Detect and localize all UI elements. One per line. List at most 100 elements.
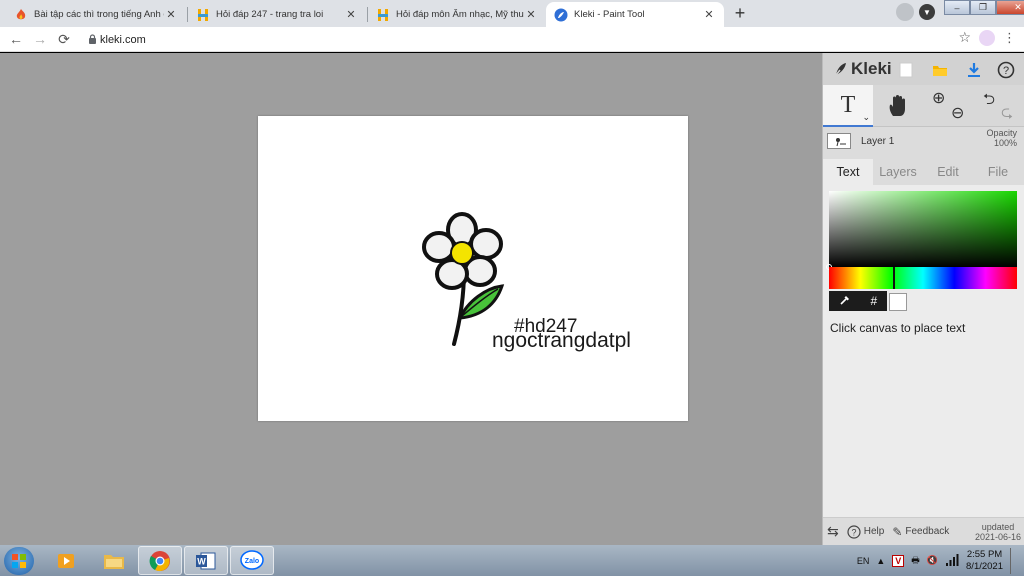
updated-info[interactable]: updated 2021-06-16	[975, 522, 1024, 542]
redo-icon[interactable]: ⮎	[1001, 102, 1013, 127]
browser-tab-title: Kleki - Paint Tool	[574, 9, 645, 20]
system-clock[interactable]: 2:55 PM 8/1/2021	[966, 549, 1003, 573]
chevron-down-icon[interactable]: ▼	[919, 4, 935, 20]
antivirus-icon[interactable]: V	[892, 554, 905, 567]
svg-text:W: W	[197, 556, 206, 566]
taskbar-word[interactable]: W	[184, 546, 228, 575]
browser-tab-title: Bài tập các thì trong tiếng Anh có	[34, 9, 164, 20]
url-text: kleki.com	[100, 33, 146, 46]
window-controls: – ❐ ✕	[944, 0, 1024, 15]
zoom-in-icon[interactable]: ⊕	[932, 88, 945, 108]
hand-tool-button[interactable]	[873, 85, 923, 127]
tab-file[interactable]: File	[973, 159, 1023, 185]
secondary-color-swatch[interactable]	[889, 293, 907, 311]
window-close-icon[interactable]: ✕	[996, 0, 1024, 15]
text-tool-icon: T	[840, 91, 856, 118]
tab-text[interactable]: Text	[823, 159, 873, 185]
restore-icon[interactable]: ❐	[970, 0, 996, 15]
hex-input-icon[interactable]: #	[870, 294, 877, 308]
taskbar-media-player[interactable]	[44, 546, 88, 575]
tool-row: T ⌄ ⊕ ⊖ ⮌ ⮎	[823, 85, 1024, 127]
flower-center	[450, 241, 474, 265]
help-circle-icon[interactable]: ?	[995, 59, 1017, 81]
kleki-logo-icon	[554, 8, 568, 22]
layer-opacity[interactable]: Opacity 100%	[986, 128, 1017, 148]
history-controls: ⮌ ⮎	[973, 85, 1023, 127]
clock-time: 2:55 PM	[966, 548, 1003, 560]
chevron-down-icon[interactable]: ⌄	[862, 112, 870, 123]
forward-arrow-icon[interactable]: →	[28, 27, 52, 51]
browser-tab-title: Hỏi đáp 247 - trang tra loi	[216, 9, 324, 20]
svg-text:?: ?	[851, 527, 856, 537]
back-arrow-icon[interactable]: ←	[4, 27, 28, 51]
close-icon[interactable]: ✕	[702, 8, 716, 21]
minimize-icon[interactable]: –	[944, 0, 970, 15]
kleki-side-panel: Kleki ? T ⌄ ⊕ ⊖ ⮌ ⮎ Layer 1 Opacity 100%…	[822, 53, 1024, 545]
tab-layers[interactable]: Layers	[873, 159, 923, 185]
browser-toolbar: ← → ⟳ kleki.com ☆ ⋮	[0, 27, 1024, 52]
drawing-canvas[interactable]: #hd247 ngoctrangdatpl	[258, 116, 688, 421]
system-tray: EN ▲ V 🖶 🔇 2:55 PM 8/1/2021	[857, 545, 1018, 576]
feedback-label: Feedback	[905, 526, 950, 537]
taskbar-chrome[interactable]	[138, 546, 182, 575]
canvas-workspace[interactable]: #hd247 ngoctrangdatpl	[0, 53, 822, 545]
updated-label: updated	[981, 521, 1015, 532]
help-label: Help	[863, 526, 885, 537]
brand-bar: Kleki ?	[823, 53, 1024, 85]
tab-edit[interactable]: Edit	[923, 159, 973, 185]
browser-tab-4[interactable]: Kleki - Paint Tool ✕	[546, 2, 724, 27]
eyedropper-icon[interactable]	[839, 294, 851, 309]
windows-logo-icon	[12, 554, 26, 568]
close-icon[interactable]: ✕	[164, 8, 178, 21]
new-tab-button[interactable]: +	[729, 2, 751, 24]
address-bar[interactable]: kleki.com	[84, 29, 964, 50]
opacity-label: Opacity	[986, 128, 1017, 138]
saturation-value-picker[interactable]	[826, 191, 1017, 270]
language-indicator[interactable]: EN	[857, 556, 870, 566]
download-icon[interactable]	[963, 59, 985, 81]
help-button[interactable]: ? Help	[843, 524, 889, 539]
show-desktop-button[interactable]	[1010, 547, 1018, 574]
lock-icon	[84, 33, 100, 46]
avatar[interactable]	[979, 29, 995, 46]
panel-footer: ⇆ ? Help ✎ Feedback updated 2021-06-16	[823, 517, 1024, 545]
zoom-out-icon[interactable]: ⊖	[951, 103, 964, 123]
pencil-icon: ✎	[892, 524, 903, 539]
browser-tab-2[interactable]: Hỏi đáp 247 - trang tra loi ✕	[188, 2, 366, 27]
browser-tab-strip: Bài tập các thì trong tiếng Anh có ✕ Hỏi…	[0, 0, 1024, 27]
svg-text:?: ?	[1003, 65, 1009, 77]
network-signal-icon[interactable]	[945, 553, 959, 568]
kleki-brand[interactable]: Kleki	[833, 59, 892, 79]
taskbar-file-explorer[interactable]	[92, 546, 136, 575]
profile-icon[interactable]	[896, 3, 914, 21]
menu-dots-icon[interactable]: ⋮	[1003, 30, 1016, 46]
word-icon: W	[196, 552, 216, 569]
zalo-icon: Zalo	[240, 549, 264, 570]
close-icon[interactable]: ✕	[524, 8, 538, 21]
reload-icon[interactable]: ⟳	[52, 27, 76, 51]
swap-sides-icon[interactable]: ⇆	[823, 523, 843, 540]
browser-tab-3[interactable]: Hỏi đáp môn Âm nhạc, Mỹ thuật ✕	[368, 2, 546, 27]
canvas-text-username: ngoctrangdatpl	[492, 329, 631, 352]
text-tool-button[interactable]: T ⌄	[823, 85, 873, 127]
new-image-icon[interactable]	[895, 59, 917, 81]
hue-slider[interactable]	[829, 267, 1017, 289]
browser-tab-title: Hỏi đáp môn Âm nhạc, Mỹ thuật	[396, 9, 524, 20]
undo-icon[interactable]: ⮌	[983, 89, 995, 114]
feedback-button[interactable]: ✎ Feedback	[888, 525, 953, 539]
open-folder-icon[interactable]	[929, 59, 951, 81]
hoidap-logo-icon	[196, 8, 210, 22]
text-tool-hint: Click canvas to place text	[830, 321, 966, 335]
star-icon[interactable]: ☆	[958, 29, 971, 46]
device-icon[interactable]: 🖶	[911, 553, 920, 569]
folder-icon	[104, 554, 124, 569]
close-icon[interactable]: ✕	[344, 8, 358, 21]
start-button[interactable]	[4, 547, 34, 575]
layer-thumbnail[interactable]	[827, 133, 851, 149]
chevron-up-icon[interactable]: ▲	[876, 556, 885, 566]
taskbar-zalo[interactable]: Zalo	[230, 546, 274, 575]
hue-slider-handle[interactable]	[893, 267, 895, 289]
speaker-muted-icon[interactable]: 🔇	[927, 555, 938, 566]
layer-row[interactable]: Layer 1 Opacity 100%	[823, 127, 1024, 155]
browser-tab-1[interactable]: Bài tập các thì trong tiếng Anh có ✕	[6, 2, 186, 27]
